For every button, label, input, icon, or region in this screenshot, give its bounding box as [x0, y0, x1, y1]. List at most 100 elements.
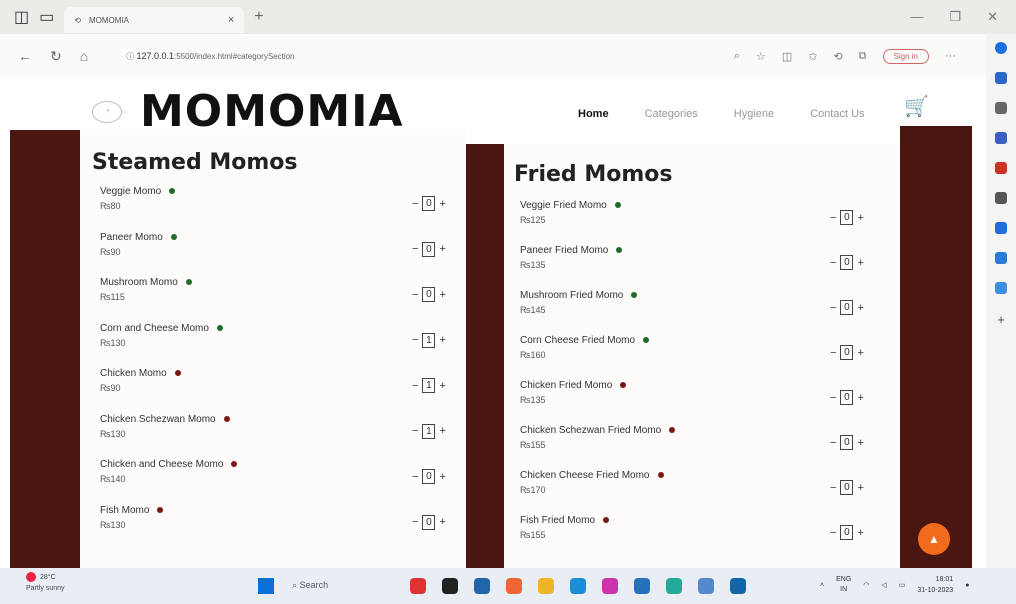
- increment-button[interactable]: +: [857, 482, 863, 494]
- decrement-button[interactable]: −: [830, 347, 836, 359]
- history-icon[interactable]: ⟲: [833, 50, 842, 63]
- quantity-field[interactable]: 0: [840, 390, 854, 405]
- quantity-field[interactable]: 1: [422, 378, 436, 393]
- split-screen-icon[interactable]: ◫: [782, 50, 792, 63]
- nav-contact[interactable]: Contact Us: [810, 108, 864, 120]
- app-icon[interactable]: [730, 578, 746, 594]
- nav-home[interactable]: Home: [578, 108, 609, 120]
- decrement-button[interactable]: −: [412, 471, 418, 483]
- decrement-button[interactable]: −: [830, 392, 836, 404]
- increment-button[interactable]: +: [857, 392, 863, 404]
- app-icon[interactable]: [666, 578, 682, 594]
- quantity-field[interactable]: 1: [422, 332, 436, 348]
- increment-button[interactable]: +: [857, 257, 863, 269]
- refresh-icon[interactable]: ↻: [50, 48, 62, 65]
- games-icon[interactable]: [995, 192, 1007, 204]
- favorites-icon[interactable]: ✩: [808, 50, 817, 63]
- workspaces-icon[interactable]: ◫: [14, 7, 29, 27]
- app-icon[interactable]: [474, 578, 490, 594]
- nav-hygiene[interactable]: Hygiene: [734, 108, 774, 120]
- window-close-icon[interactable]: ✕: [987, 9, 998, 25]
- quantity-field[interactable]: 0: [422, 241, 436, 257]
- increment-button[interactable]: +: [439, 243, 445, 255]
- edge-icon[interactable]: [570, 578, 586, 594]
- search-icon[interactable]: [995, 102, 1007, 114]
- decrement-button[interactable]: −: [412, 243, 418, 255]
- favorite-star-icon[interactable]: ☆: [756, 50, 766, 63]
- increment-button[interactable]: +: [439, 334, 445, 346]
- quantity-field[interactable]: 0: [840, 255, 854, 270]
- decrement-button[interactable]: −: [830, 302, 836, 314]
- scroll-top-button[interactable]: ▲: [918, 523, 950, 555]
- clock[interactable]: 18:01 31-10-2023: [917, 574, 953, 596]
- decrement-button[interactable]: −: [412, 425, 418, 437]
- decrement-button[interactable]: −: [830, 527, 836, 539]
- increment-button[interactable]: +: [439, 198, 445, 210]
- decrement-button[interactable]: −: [830, 257, 836, 269]
- increment-button[interactable]: +: [857, 347, 863, 359]
- quantity-field[interactable]: 0: [422, 287, 436, 302]
- increment-button[interactable]: +: [439, 471, 445, 483]
- send-icon[interactable]: [995, 282, 1007, 294]
- app-icon[interactable]: [698, 578, 714, 594]
- wifi-icon[interactable]: ◠: [863, 581, 869, 589]
- decrement-button[interactable]: −: [412, 289, 418, 301]
- restore-icon[interactable]: ❐: [949, 9, 961, 25]
- more-icon[interactable]: ···: [945, 50, 956, 62]
- volume-icon[interactable]: ◁: [881, 581, 886, 589]
- app-icon[interactable]: [442, 578, 458, 594]
- minimize-icon[interactable]: —: [910, 9, 923, 25]
- quantity-field[interactable]: 0: [840, 480, 854, 495]
- new-tab-button[interactable]: +: [254, 8, 263, 26]
- decrement-button[interactable]: −: [412, 380, 418, 392]
- tab-actions-icon[interactable]: ▭: [39, 7, 54, 27]
- copilot-icon[interactable]: [995, 42, 1007, 54]
- quantity-field[interactable]: 0: [840, 345, 854, 360]
- quantity-field[interactable]: 0: [840, 300, 854, 315]
- vscode-icon[interactable]: [634, 578, 650, 594]
- browser-tab[interactable]: ⟲ MOMOMIA ×: [64, 7, 245, 33]
- outlook-icon[interactable]: [995, 252, 1007, 264]
- quantity-field[interactable]: 0: [840, 210, 854, 225]
- quantity-field[interactable]: 0: [422, 469, 436, 484]
- zoom-icon[interactable]: ⌕: [734, 50, 740, 63]
- increment-button[interactable]: +: [439, 289, 445, 301]
- file-explorer-icon[interactable]: [538, 578, 554, 594]
- chrome-icon[interactable]: [506, 578, 522, 594]
- decrement-button[interactable]: −: [412, 516, 418, 528]
- decrement-button[interactable]: −: [830, 212, 836, 224]
- increment-button[interactable]: +: [857, 527, 863, 539]
- shopping-icon[interactable]: [995, 132, 1007, 144]
- decrement-button[interactable]: −: [412, 198, 418, 210]
- quantity-field[interactable]: 0: [840, 525, 854, 540]
- office-icon[interactable]: [995, 222, 1007, 234]
- url-field[interactable]: ⓘ 127.0.0.1:5500/index.html#categorySect…: [126, 51, 294, 62]
- increment-button[interactable]: +: [439, 425, 445, 437]
- increment-button[interactable]: +: [439, 380, 445, 392]
- signin-button[interactable]: Sign in: [882, 48, 929, 64]
- cart-icon[interactable]: 🛒: [904, 94, 929, 119]
- increment-button[interactable]: +: [857, 302, 863, 314]
- weather-widget[interactable]: 28°C Partly sunny: [26, 572, 65, 594]
- chevron-up-icon[interactable]: ˄: [820, 582, 824, 589]
- add-sidebar-icon[interactable]: +: [997, 312, 1005, 327]
- language-indicator[interactable]: ENG IN: [836, 575, 851, 595]
- decrement-button[interactable]: −: [412, 334, 418, 346]
- home-icon[interactable]: ⌂: [80, 48, 88, 64]
- battery-icon[interactable]: ▭: [899, 581, 906, 589]
- quantity-field[interactable]: 0: [422, 196, 436, 211]
- notification-icon[interactable]: ●: [965, 582, 969, 589]
- nav-categories[interactable]: Categories: [645, 108, 698, 120]
- app-icon[interactable]: [602, 578, 618, 594]
- quantity-field[interactable]: 0: [840, 435, 854, 450]
- tools-icon[interactable]: [995, 162, 1007, 174]
- increment-button[interactable]: +: [857, 212, 863, 224]
- taskbar-search[interactable]: ⌕ Search: [292, 580, 328, 591]
- start-icon[interactable]: [258, 578, 274, 594]
- collections-icon[interactable]: ⧉: [859, 50, 867, 63]
- decrement-button[interactable]: −: [830, 437, 836, 449]
- increment-button[interactable]: +: [857, 437, 863, 449]
- app-icon[interactable]: [410, 578, 426, 594]
- quantity-field[interactable]: 1: [422, 423, 436, 439]
- tab-close-icon[interactable]: ×: [228, 14, 234, 26]
